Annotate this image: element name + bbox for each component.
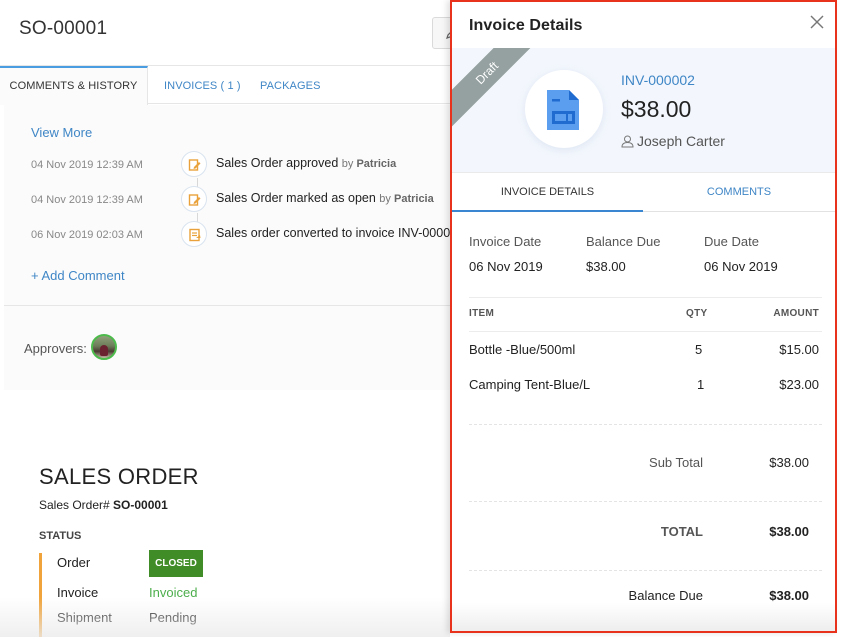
shipment-status-value: Pending	[149, 610, 197, 625]
balance-due-label: Balance Due	[586, 234, 661, 249]
status-label-invoice: Invoice	[57, 585, 99, 600]
status-heading: STATUS	[39, 530, 82, 542]
divider	[469, 424, 822, 425]
invoice-date-value: 06 Nov 2019	[469, 259, 543, 274]
history-section: View More 04 Nov 2019 12:39 AM Sales Ord…	[4, 105, 450, 305]
edit-button[interactable]	[432, 17, 450, 49]
scroll-fade	[452, 603, 835, 631]
close-icon	[810, 15, 824, 29]
invoice-number-link[interactable]: INV-000002	[621, 72, 695, 88]
divider	[469, 331, 822, 332]
sales-order-document: SALES ORDER Sales Order# SO-00001 STATUS…	[0, 390, 450, 637]
divider	[469, 501, 822, 502]
total-label: TOTAL	[660, 524, 703, 539]
edit-note-icon	[181, 186, 207, 212]
panel-title: Invoice Details	[469, 17, 583, 34]
history-time: 04 Nov 2019 12:39 AM	[31, 194, 143, 206]
page-title: SO-00001	[19, 18, 108, 39]
view-more-link[interactable]: View More	[31, 125, 92, 140]
history-text: Sales Order approved by Patricia	[216, 156, 396, 170]
history-text: Sales order converted to invoice INV-000…	[216, 226, 450, 240]
page-header: SO-00001	[0, 0, 450, 66]
page-tabs: COMMENTS & HISTORY INVOICES ( 1 ) PACKAG…	[0, 66, 450, 105]
edit-note-icon	[181, 151, 207, 177]
close-button[interactable]	[807, 12, 827, 32]
sales-order-page: SO-00001 COMMENTS & HISTORY INVOICES ( 1…	[0, 0, 450, 637]
tab-packages[interactable]: PACKAGES	[260, 66, 321, 104]
tab-invoice-details[interactable]: INVOICE DETAILS	[452, 173, 643, 212]
history-action: Sales Order approved	[216, 156, 339, 170]
history-time: 06 Nov 2019 02:03 AM	[31, 229, 143, 241]
approvers-section: Approvers:	[4, 305, 450, 390]
due-date-value: 06 Nov 2019	[704, 259, 778, 274]
column-header-amount: AMOUNT	[773, 308, 819, 319]
approver-avatar[interactable]	[91, 334, 117, 360]
add-comment-link[interactable]: + Add Comment	[31, 268, 125, 283]
history-by-prefix: by	[341, 158, 354, 170]
column-header-item: ITEM	[469, 308, 495, 319]
divider	[469, 570, 822, 571]
approvers-label: Approvers:	[24, 341, 87, 356]
invoice-date-label: Invoice Date	[469, 234, 542, 249]
due-date-label: Due Date	[704, 234, 759, 249]
history-by: by Patricia	[342, 158, 396, 170]
line-item-qty: 1	[697, 377, 705, 392]
history-entry: 04 Nov 2019 12:39 AM Sales Order marked …	[4, 186, 450, 216]
invoice-amount: $38.00	[621, 96, 692, 122]
divider	[469, 297, 822, 298]
history-by: by Patricia	[379, 193, 433, 205]
user-icon	[621, 135, 634, 148]
sub-total-label: Sub Total	[649, 455, 703, 470]
balance-due-total-value: $38.00	[769, 588, 809, 603]
invoice-status-value: Invoiced	[149, 585, 198, 600]
customer-name: Joseph Carter	[621, 133, 725, 149]
history-entry: 04 Nov 2019 12:39 AM Sales Order approve…	[4, 151, 450, 181]
document-number-label: Sales Order#	[39, 498, 110, 512]
status-label-shipment: Shipment	[57, 610, 112, 625]
balance-due-total-label: Balance Due	[628, 588, 703, 603]
line-item-qty: 5	[695, 342, 703, 357]
line-item-name: Bottle -Blue/500ml	[469, 342, 576, 357]
total-value: $38.00	[769, 524, 809, 539]
history-by-prefix: by	[379, 193, 391, 205]
history-action: Sales Order marked as open	[216, 191, 376, 205]
document-title: SALES ORDER	[39, 464, 199, 489]
panel-tabs: INVOICE DETAILS COMMENTS	[452, 172, 835, 212]
status-accent-bar	[39, 553, 42, 637]
tab-comments-history[interactable]: COMMENTS & HISTORY	[0, 66, 148, 105]
tab-comments[interactable]: COMMENTS	[643, 173, 835, 212]
invoice-details-panel: Invoice Details Draft INV-000002 $38.00 …	[450, 0, 837, 633]
line-item-amount: $23.00	[779, 377, 819, 392]
history-time: 04 Nov 2019 12:39 AM	[31, 159, 143, 171]
line-item-name: Camping Tent-Blue/L	[469, 377, 591, 392]
invoice-document-icon	[547, 90, 579, 130]
customer-name-text: Joseph Carter	[637, 133, 725, 149]
status-label-order: Order	[57, 555, 91, 570]
line-item-amount: $15.00	[779, 342, 819, 357]
history-text: Sales Order marked as open by Patricia	[216, 191, 434, 205]
order-status-badge: CLOSED	[149, 550, 203, 577]
invoice-note-icon	[181, 221, 207, 247]
history-entry: 06 Nov 2019 02:03 AM Sales order convert…	[4, 221, 450, 251]
history-user: Patricia	[393, 193, 434, 205]
tab-invoices[interactable]: INVOICES ( 1 )	[164, 66, 241, 104]
sub-total-value: $38.00	[769, 455, 809, 470]
invoice-doc-avatar	[525, 70, 603, 148]
history-user: Patricia	[356, 158, 397, 170]
document-number-value: SO-00001	[113, 498, 168, 512]
column-header-qty: QTY	[686, 308, 708, 319]
document-number: Sales Order# SO-00001	[39, 498, 168, 512]
invoice-summary: Draft INV-000002 $38.00 Joseph Carter	[452, 48, 835, 172]
avatar-photo	[100, 345, 108, 356]
balance-due-value: $38.00	[586, 259, 626, 274]
